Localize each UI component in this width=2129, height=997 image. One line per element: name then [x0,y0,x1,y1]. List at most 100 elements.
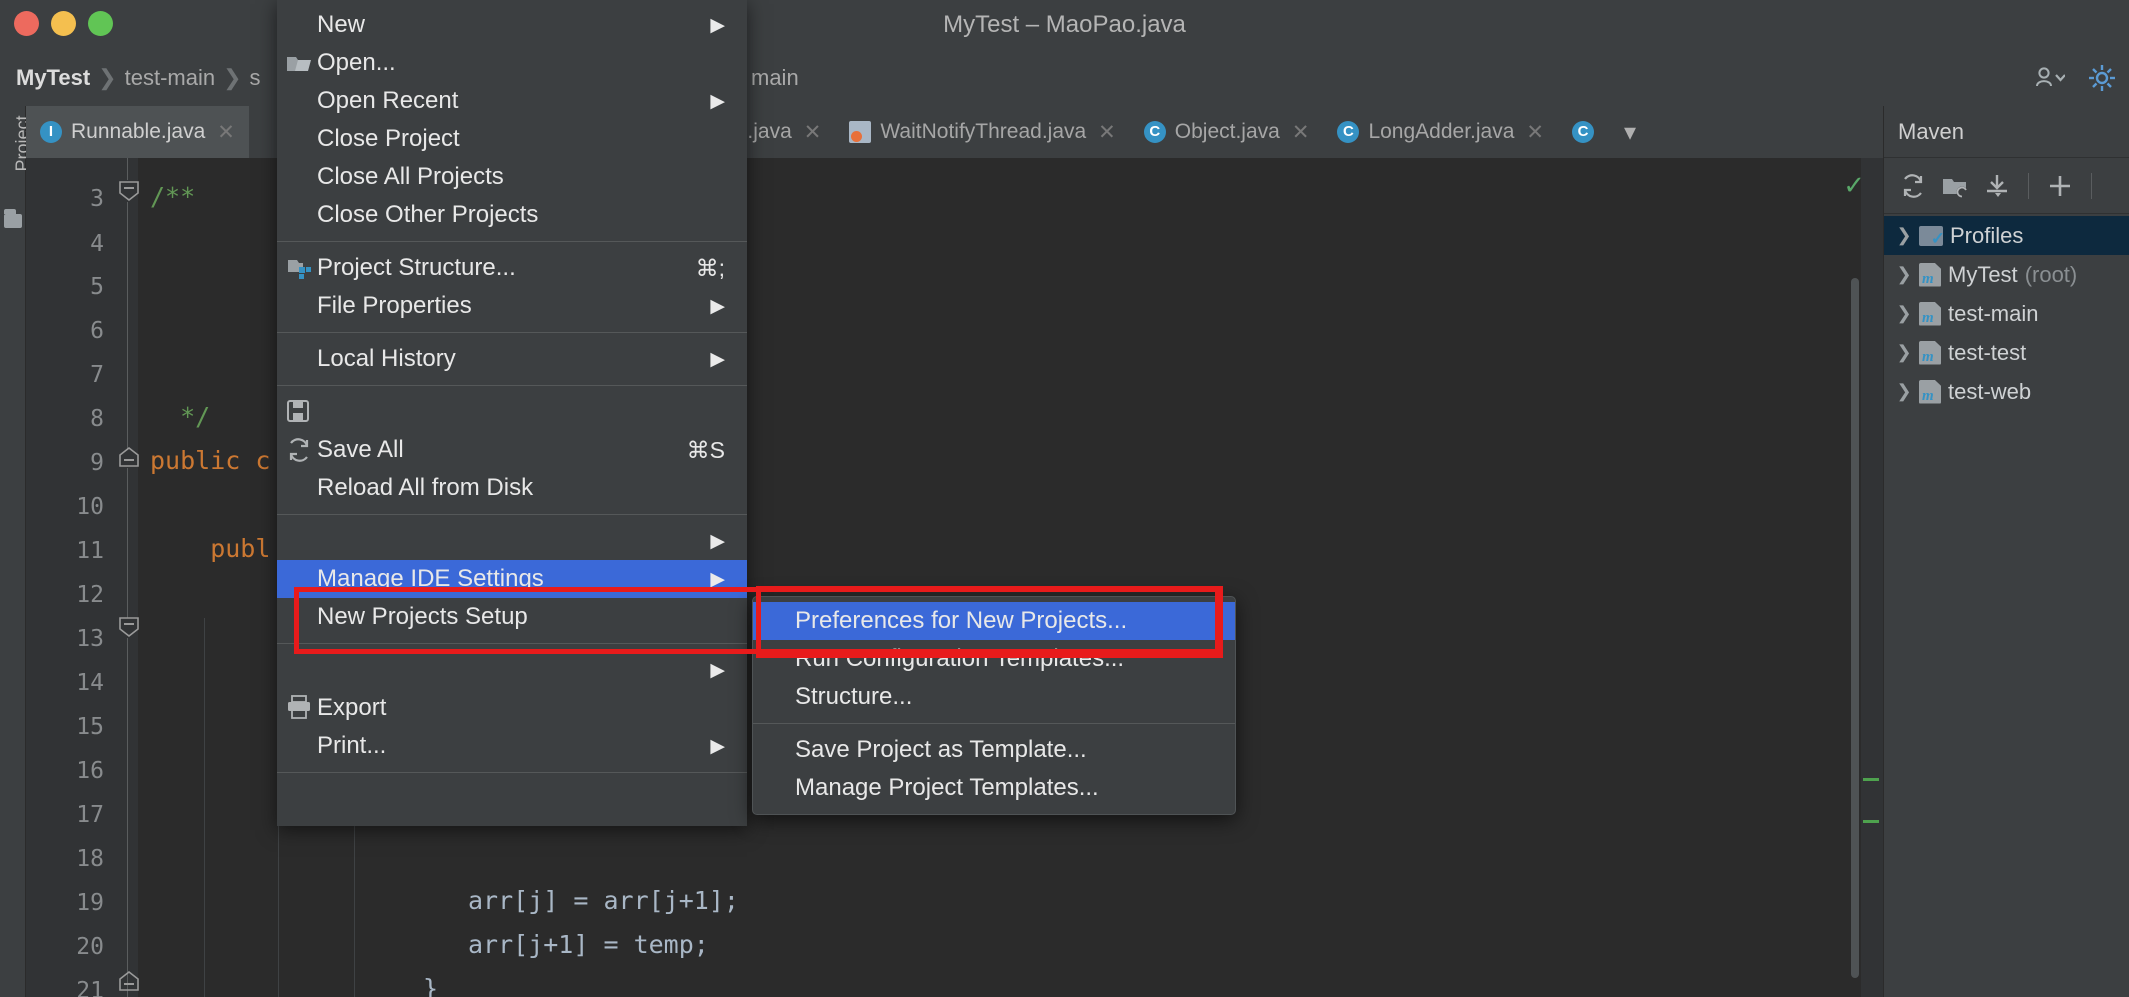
menu-item-save-file-as-template[interactable]: New Projects Setup [277,598,747,636]
file-menu-popup: New ▶ Open... Open Recent ▶ Close Projec… [277,0,747,826]
submenu-item-save-project-as-template[interactable]: Save Project as Template... [753,731,1235,769]
menu-item-close-other-projects[interactable]: Close Other Projects [277,196,747,234]
menu-item-power-save-mode[interactable] [277,780,747,818]
class-icon: C [1572,121,1595,143]
indent-guide [204,618,205,997]
code-line: public c [150,446,271,475]
minimize-window-button[interactable] [51,11,76,36]
menu-separator [277,643,747,644]
status-marker[interactable] [1863,820,1879,823]
status-marker[interactable] [1863,778,1879,781]
menu-separator [277,332,747,333]
menu-item-add-to-favorites[interactable]: Print... ▶ [277,727,747,765]
editor-gutter: 3 4 5 6 7 8 9 10 11 12 13 14 15 16 17 18… [26,158,139,997]
close-icon[interactable]: ✕ [1526,120,1544,145]
line-number: 7 [90,362,104,388]
add-icon[interactable] [2043,169,2077,203]
tab-label: Runnable.java [71,120,206,143]
menu-item-reload-all-from-disk[interactable]: Save All ⌘S [277,431,747,469]
menu-separator [277,241,747,242]
new-projects-setup-submenu: Preferences for New Projects... Run Conf… [752,596,1236,815]
tab-longadder-java[interactable]: C LongAdder.java ✕ [1323,106,1558,158]
menu-item-label: Close Project [317,125,460,152]
code-fold-collapse-icon[interactable] [118,446,139,467]
chevron-right-icon[interactable]: ❯ [1896,381,1912,402]
menu-item-label: New [317,11,366,38]
close-icon[interactable]: ✕ [1292,120,1310,145]
chevron-right-icon[interactable]: ❯ [1896,225,1912,246]
java-file-icon [849,121,872,143]
submenu-item-structure[interactable]: Structure... [753,678,1235,716]
tree-row-mytest[interactable]: ❯ m MyTest (root) [1884,255,2129,294]
code-fold-collapse-icon[interactable] [118,616,139,638]
menu-item-close-all-projects[interactable]: Close All Projects [277,158,747,196]
chevron-right-icon[interactable]: ❯ [1896,303,1912,324]
tab-waitnotifythread-java[interactable]: WaitNotifyThread.java ✕ [835,106,1129,158]
menu-item-local-history[interactable]: Local History ▶ [277,340,747,378]
menu-item-new-projects-setup[interactable]: Manage IDE Settings ▶ [277,560,747,598]
menu-item-shortcut: ⌘S [686,436,725,463]
download-sources-icon[interactable] [1980,169,2014,203]
line-number: 6 [90,318,104,344]
tree-row-label: test-web [1948,378,2032,404]
menu-item-export[interactable]: ▶ [277,651,747,689]
code-fragment-swap-2: arr[j+1] = temp; [468,930,709,959]
user-icon[interactable] [2035,66,2065,90]
menu-item-new[interactable]: New ▶ [277,6,747,44]
menu-item-save-all[interactable] [277,393,747,431]
close-icon[interactable]: ✕ [1098,120,1116,145]
menu-separator [277,514,747,515]
menu-item-label: Manage IDE Settings [317,565,544,592]
menu-item-project-structure[interactable]: Project Structure... ⌘; [277,249,747,287]
breadcrumb-item-main-partial[interactable]: main [745,65,805,91]
line-number: 10 [76,494,104,520]
menu-item-open[interactable]: Open... [277,44,747,82]
tab-object-java[interactable]: C Object.java ✕ [1130,106,1324,158]
submenu-item-run-configuration-templates[interactable]: Run Configuration Templates... [753,640,1235,678]
menu-item-label: File Properties [317,292,472,319]
tree-row-test-web[interactable]: ❯ m test-web [1884,372,2129,411]
code-fold-collapse-icon[interactable] [118,180,139,202]
menu-item-label: Local History [317,345,456,372]
breadcrumb-item-src[interactable]: s [244,65,267,91]
editor-marker-strip[interactable] [1861,158,1883,997]
breadcrumb-item-module[interactable]: test-main [119,65,221,91]
close-window-button[interactable] [14,11,39,36]
tree-row-test-main[interactable]: ❯ m test-main [1884,294,2129,333]
menu-item-manage-ide-settings[interactable]: ▶ [277,522,747,560]
menu-item-print[interactable]: Export [277,689,747,727]
breadcrumb-separator-icon-2: ❯ [223,65,242,90]
tree-row-test-test[interactable]: ❯ m test-test [1884,333,2129,372]
menu-item-open-recent[interactable]: Open Recent ▶ [277,82,747,120]
chevron-right-icon[interactable]: ❯ [1896,264,1912,285]
editor-scrollbar-thumb[interactable] [1851,278,1859,978]
submenu-separator [753,723,1235,724]
code-fold-collapse-icon[interactable] [118,970,139,991]
tab-runnable-java[interactable]: I Runnable.java ✕ [26,106,249,158]
settings-gear-icon[interactable] [2087,63,2117,93]
line-number: 16 [76,758,104,784]
menu-item-invalidate-caches[interactable]: Reload All from Disk [277,469,747,507]
line-number: 11 [76,538,104,564]
tab-clipped[interactable]: C [1558,106,1608,158]
menu-item-file-properties[interactable]: File Properties ▶ [277,287,747,325]
submenu-item-preferences-for-new-projects[interactable]: Preferences for New Projects... [753,602,1235,640]
submenu-item-manage-project-templates[interactable]: Manage Project Templates... [753,769,1235,807]
submenu-arrow-icon: ▶ [710,14,725,36]
maven-panel-title: Maven [1884,106,2129,158]
chevron-right-icon[interactable]: ❯ [1896,342,1912,363]
close-icon[interactable]: ✕ [217,120,235,145]
tree-row-profiles[interactable]: ❯ ✓ Profiles [1884,216,2129,255]
maven-module-icon: m [1919,262,1941,287]
code-fold-line [127,468,128,618]
line-number: 5 [90,274,104,300]
menu-item-close-project[interactable]: Close Project [277,120,747,158]
toolbar-divider [2091,172,2092,199]
reload-project-icon[interactable] [1896,169,1930,203]
close-icon[interactable]: ✕ [804,120,822,145]
chevron-down-icon[interactable]: ▾ [1608,106,1652,158]
code-fold-line [127,202,128,450]
add-maven-projects-icon[interactable] [1938,169,1972,203]
maximize-window-button[interactable] [88,11,113,36]
submenu-item-label: Structure... [795,683,913,710]
